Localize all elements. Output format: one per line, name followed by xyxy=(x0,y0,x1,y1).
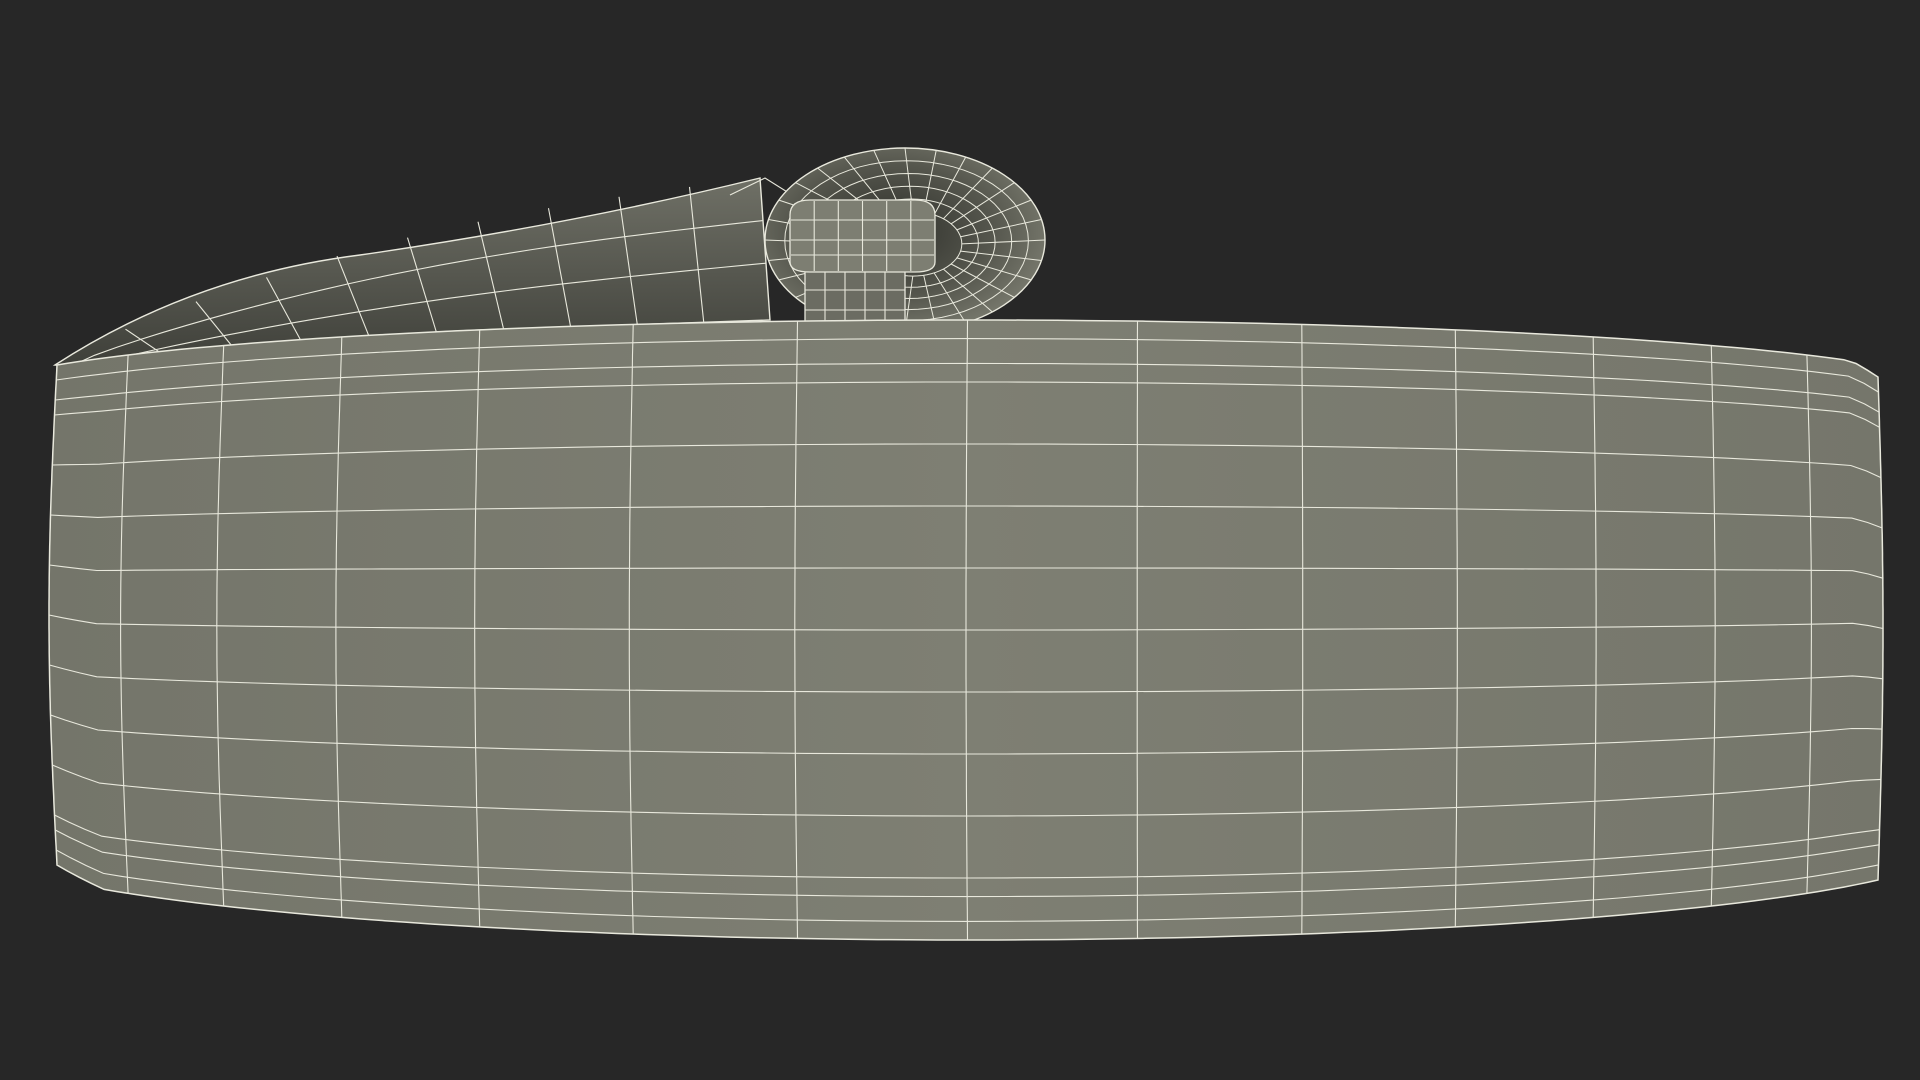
ring-loop xyxy=(764,147,1046,333)
3d-viewport[interactable] xyxy=(0,0,1920,1080)
wireframe-scene xyxy=(48,147,1884,941)
front-band xyxy=(48,319,1884,941)
